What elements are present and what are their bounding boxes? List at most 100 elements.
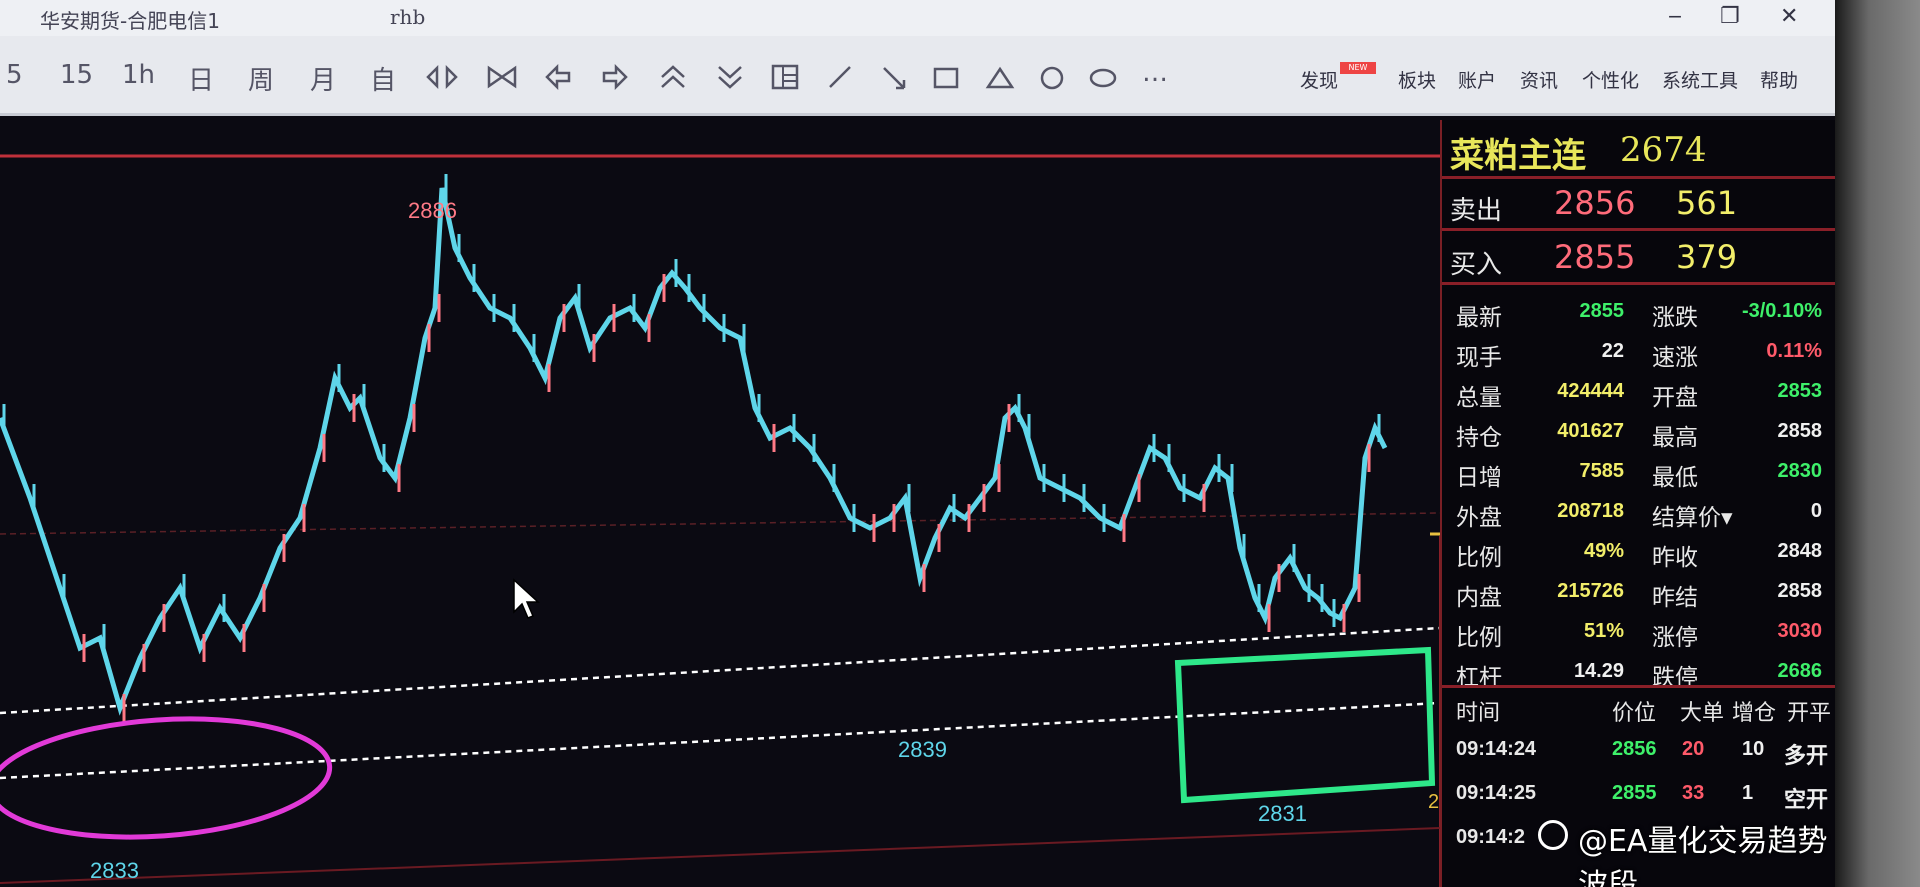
tick-size: 20 <box>1682 738 1705 760</box>
highlight-box <box>1174 646 1436 804</box>
stat-value: -3/0.10% <box>1741 300 1822 322</box>
menu-system-tools[interactable]: 系统工具 <box>1662 66 1738 93</box>
period-15min-button[interactable]: 15 <box>60 60 93 90</box>
stat-label: 昨结 <box>1652 585 1698 611</box>
watermark-text: @EA量化交易趋势波段 <box>1578 824 1828 887</box>
new-badge: NEW <box>1340 62 1376 74</box>
menu-help[interactable]: 帮助 <box>1760 66 1798 93</box>
stat-value: 2686 <box>1777 660 1823 682</box>
rect-draw-icon[interactable] <box>932 66 960 90</box>
menu-personalize[interactable]: 个性化 <box>1582 66 1639 93</box>
mouse-cursor-icon <box>513 578 540 619</box>
tick-time: 09:14:24 <box>1456 738 1537 760</box>
contract-name[interactable]: 菜粕主连 <box>1450 128 1586 177</box>
period-1h-button[interactable]: 1h <box>122 60 155 90</box>
price-series <box>0 174 1388 722</box>
divider <box>1442 228 1835 231</box>
stat-label[interactable]: 结算价▾ <box>1652 498 1733 532</box>
low-price-label-1: 2839 <box>898 737 947 762</box>
contract-price: 2674 <box>1620 130 1707 170</box>
tick-header-type: 开平 <box>1787 701 1832 726</box>
stat-value: 215726 <box>1557 580 1624 602</box>
circle-draw-icon[interactable] <box>1038 65 1066 91</box>
stat-value: 7585 <box>1579 460 1625 482</box>
stat-value: 0.11% <box>1766 340 1822 362</box>
period-5min-button[interactable]: 5 <box>6 60 23 90</box>
tick-type: 多开 <box>1784 743 1829 768</box>
maximize-button[interactable]: ❐ <box>1720 4 1740 29</box>
stat-label: 外盘 <box>1456 505 1502 531</box>
buy-volume: 379 <box>1676 238 1738 276</box>
stat-label: 涨跌 <box>1652 305 1698 331</box>
stat-label: 最低 <box>1652 465 1698 491</box>
stat-label: 速涨 <box>1652 345 1698 371</box>
highlight-circle <box>0 716 333 840</box>
menu-account[interactable]: 账户 <box>1458 66 1496 93</box>
ref-line-upper <box>0 512 1440 535</box>
period-custom-button[interactable]: 自 <box>370 60 396 97</box>
tick-header-size: 大单 <box>1680 701 1725 726</box>
price-chart[interactable]: 2886 2839 2831 2833 22秒 <box>0 118 1440 887</box>
arrow-left-icon[interactable] <box>543 64 573 90</box>
bowtie-icon[interactable] <box>485 64 519 90</box>
support-line-1 <box>0 626 1440 715</box>
ellipse-draw-icon[interactable] <box>1088 66 1118 90</box>
buy-label: 买入 <box>1450 250 1503 280</box>
layout-icon[interactable] <box>770 63 800 91</box>
more-tools-button[interactable]: … <box>1142 58 1168 88</box>
diamond-arrows-icon[interactable] <box>425 64 459 90</box>
watermark-logo-icon <box>1538 820 1568 850</box>
stat-value: 2848 <box>1777 540 1823 562</box>
stat-label: 最高 <box>1652 425 1698 451</box>
menu-discover[interactable]: 发现 <box>1300 66 1338 93</box>
sell-volume: 561 <box>1676 184 1738 222</box>
minimize-button[interactable]: ‒ <box>1668 4 1682 29</box>
period-month-button[interactable]: 月 <box>310 60 336 97</box>
close-button[interactable]: ✕ <box>1780 4 1798 29</box>
trading-screen: 华安期货-合肥电信1 rhb ‒ ❐ ✕ 5 15 1h 日 周 月 自 … 发… <box>0 0 1835 887</box>
sell-price[interactable]: 2856 <box>1554 184 1635 222</box>
stat-value: 208718 <box>1557 500 1624 522</box>
chart-bottom-border <box>0 827 1440 884</box>
arrow-draw-icon[interactable] <box>880 64 910 92</box>
line-draw-icon[interactable] <box>826 64 854 90</box>
tick-type: 空开 <box>1784 787 1829 812</box>
low-price-label-left: 2833 <box>90 858 139 883</box>
support-line-2 <box>0 701 1440 780</box>
stat-value: 2853 <box>1777 380 1823 402</box>
divider <box>1442 176 1835 179</box>
period-week-button[interactable]: 周 <box>248 60 274 97</box>
tick-price: 2856 <box>1612 738 1657 760</box>
stat-value: 0 <box>1810 500 1822 522</box>
menu-news[interactable]: 资讯 <box>1520 66 1558 93</box>
arrow-right-icon[interactable] <box>600 64 630 90</box>
stat-label: 比例 <box>1456 625 1502 651</box>
tick-header-time: 时间 <box>1456 701 1501 726</box>
tick-oi: 10 <box>1742 738 1765 760</box>
stat-value: 3030 <box>1777 620 1823 642</box>
triangle-draw-icon[interactable] <box>985 66 1015 90</box>
divider <box>1442 685 1835 688</box>
stat-value: 22 <box>1601 340 1624 362</box>
tick-header-oi: 增仓 <box>1732 701 1777 726</box>
title-bar: 华安期货-合肥电信1 rhb ‒ ❐ ✕ <box>0 0 1835 36</box>
stat-value: 2830 <box>1777 460 1823 482</box>
stat-label: 日增 <box>1456 465 1502 491</box>
stat-label: 现手 <box>1456 345 1502 371</box>
tick-time: 09:14:25 <box>1456 782 1537 804</box>
sell-label: 卖出 <box>1450 196 1503 226</box>
stat-label: 开盘 <box>1652 385 1698 411</box>
stat-label: 比例 <box>1456 545 1502 571</box>
double-down-icon[interactable] <box>715 64 745 90</box>
menu-sectors[interactable]: 板块 <box>1398 66 1436 93</box>
toolbar: 5 15 1h 日 周 月 自 … 发现 NEW 板块 账户 资讯 个性化 系统… <box>0 36 1835 116</box>
tick-size: 33 <box>1682 782 1705 804</box>
period-day-button[interactable]: 日 <box>188 60 214 97</box>
low-price-label-2: 2831 <box>1258 801 1307 826</box>
buy-price[interactable]: 2855 <box>1554 238 1635 276</box>
double-up-icon[interactable] <box>658 64 688 90</box>
tick-header-price: 价位 <box>1612 701 1657 726</box>
tick-time: 09:14:2 <box>1456 826 1525 848</box>
price-line <box>0 187 1388 716</box>
stat-label: 总量 <box>1456 385 1502 411</box>
